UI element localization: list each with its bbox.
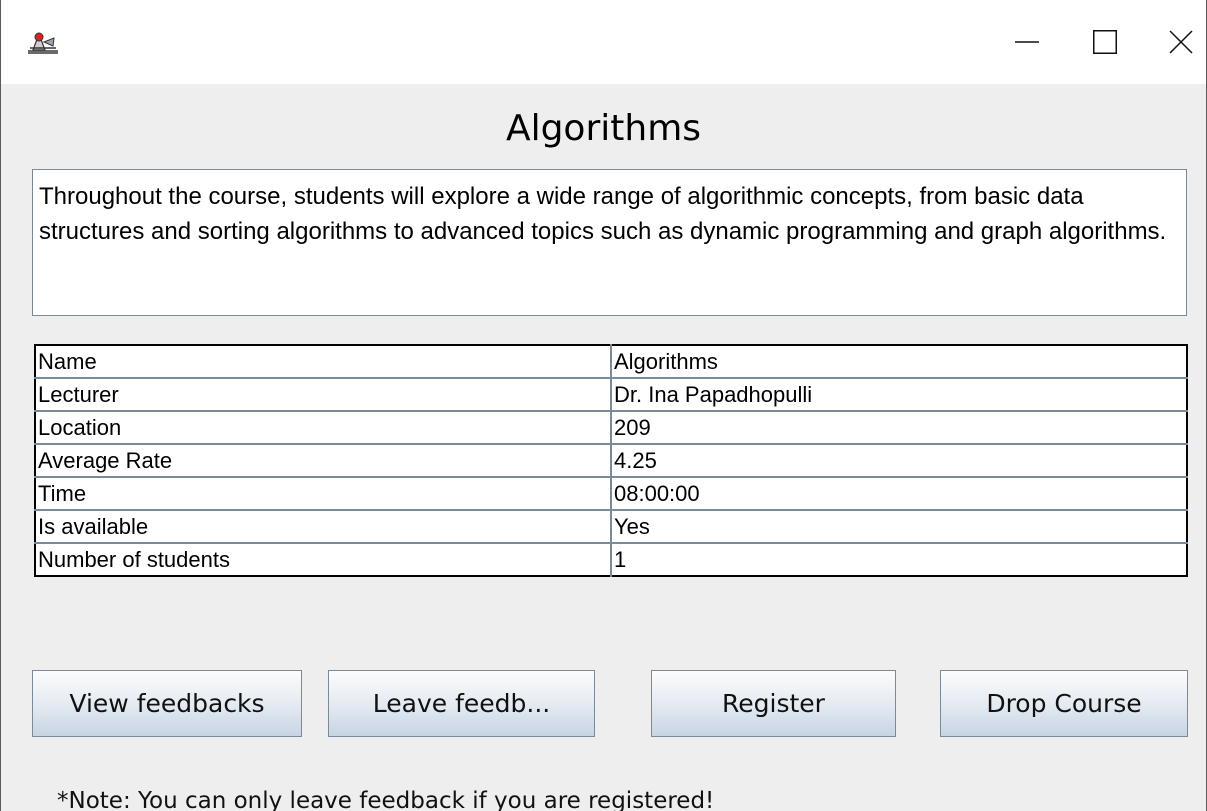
table-row[interactable]: Average Rate 4.25: [35, 444, 1187, 478]
table-row[interactable]: Location 209: [35, 411, 1187, 445]
view-feedbacks-button[interactable]: View feedbacks: [32, 670, 302, 737]
table-row[interactable]: Number of students 1: [35, 543, 1187, 576]
detail-label[interactable]: Number of students: [35, 543, 612, 576]
detail-label[interactable]: Location: [35, 411, 612, 445]
title-bar: [1, 0, 1206, 84]
close-button[interactable]: [1151, 14, 1206, 70]
register-button[interactable]: Register: [651, 670, 896, 737]
detail-value[interactable]: 209: [611, 411, 1187, 445]
minimize-button[interactable]: [997, 14, 1057, 70]
detail-value[interactable]: Yes: [611, 510, 1187, 544]
detail-value[interactable]: 08:00:00: [611, 477, 1187, 511]
table-row[interactable]: Name Algorithms: [35, 345, 1187, 379]
course-title: Algorithms: [505, 108, 702, 149]
course-window: Algorithms Throughout the course, studen…: [0, 0, 1207, 811]
detail-value[interactable]: Algorithms: [611, 345, 1187, 379]
registration-note: *Note: You can only leave feedback if yo…: [57, 788, 715, 811]
java-duke-icon: [27, 28, 59, 56]
detail-label[interactable]: Name: [35, 345, 612, 379]
table-row[interactable]: Is available Yes: [35, 510, 1187, 544]
detail-label[interactable]: Lecturer: [35, 378, 612, 412]
maximize-icon: [1093, 30, 1117, 54]
detail-label[interactable]: Average Rate: [35, 444, 612, 478]
table-row[interactable]: Lecturer Dr. Ina Papadhopulli: [35, 378, 1187, 412]
maximize-button[interactable]: [1075, 14, 1135, 70]
detail-value[interactable]: Dr. Ina Papadhopulli: [611, 378, 1187, 412]
leave-feedback-button[interactable]: Leave feedb...: [328, 670, 595, 737]
detail-value[interactable]: 1: [611, 543, 1187, 576]
detail-value[interactable]: 4.25: [611, 444, 1187, 478]
close-icon: [1169, 30, 1193, 54]
minimize-icon: [1015, 41, 1039, 43]
drop-course-button[interactable]: Drop Course: [940, 670, 1188, 737]
course-description[interactable]: Throughout the course, students will exp…: [32, 169, 1187, 316]
detail-label[interactable]: Time: [35, 477, 612, 511]
course-details-table: Name Algorithms Lecturer Dr. Ina Papadho…: [34, 344, 1188, 577]
table-row[interactable]: Time 08:00:00: [35, 477, 1187, 511]
detail-label[interactable]: Is available: [35, 510, 612, 544]
